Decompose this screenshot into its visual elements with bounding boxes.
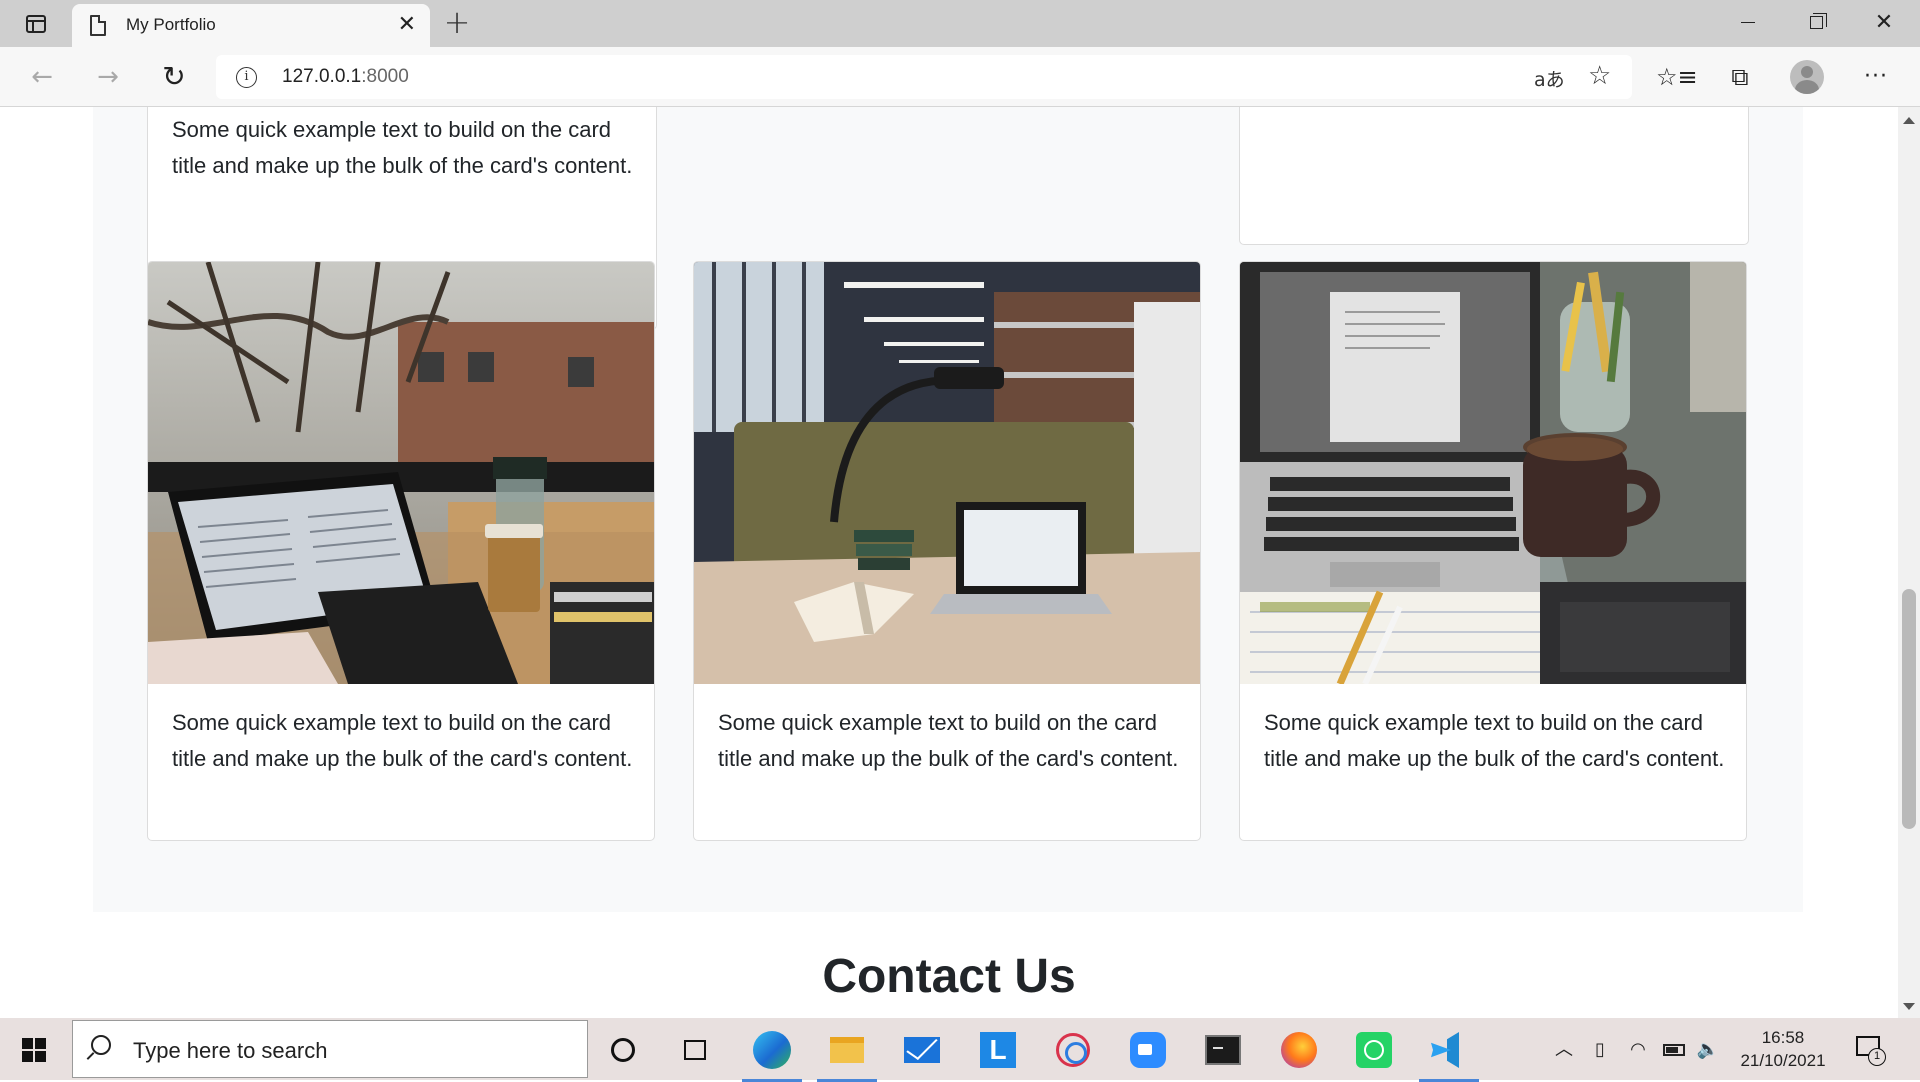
laptop-coffee-mug-photo — [1240, 262, 1746, 684]
volume-icon[interactable]: 🔈 — [1694, 1030, 1722, 1070]
scrollbar-thumb[interactable] — [1902, 589, 1916, 829]
address-bar[interactable]: i 127.0.0.1:8000 aあ ☆ — [216, 55, 1632, 99]
taskbar-app-whatsapp[interactable] — [1352, 1028, 1396, 1072]
cortana-button[interactable] — [601, 1028, 645, 1072]
mail-icon — [904, 1037, 940, 1063]
taskbar-app-mail[interactable] — [900, 1028, 944, 1072]
taskbar-app-firefox[interactable] — [1277, 1028, 1321, 1072]
clock-time: 16:58 — [1761, 1028, 1805, 1047]
tab-actions-button[interactable] — [16, 10, 56, 38]
battery-icon — [1663, 1044, 1685, 1056]
add-favorite-icon[interactable]: ☆ — [1588, 61, 1611, 91]
card-text: Some quick example text to build on the … — [718, 710, 1179, 771]
page-scrollbar[interactable] — [1898, 107, 1920, 1018]
forward-button[interactable]: → — [92, 61, 124, 93]
search-placeholder: Type here to search — [133, 1038, 328, 1063]
taskbar-app-l[interactable]: L — [976, 1028, 1020, 1072]
profile-button[interactable] — [1790, 59, 1826, 95]
laptop-window-trees-photo — [148, 262, 654, 684]
windows-logo-icon-pane — [35, 1051, 46, 1062]
url-text[interactable]: 127.0.0.1:8000 — [282, 66, 409, 88]
taskbar-app-terminal[interactable] — [1201, 1028, 1245, 1072]
scroll-up-arrow-icon[interactable] — [1903, 117, 1915, 124]
reload-button[interactable]: ↻ — [158, 61, 190, 93]
project-card: Some quick example text to build on the … — [693, 261, 1201, 841]
browser-toolbar: ← → ↻ i 127.0.0.1:8000 aあ ☆ ☆≡ ⧉ ··· — [0, 47, 1920, 107]
restore-button[interactable] — [1782, 0, 1850, 44]
taskbar-app-vscode[interactable] — [1419, 1028, 1479, 1082]
back-button[interactable]: ← — [26, 61, 58, 93]
url-host: 127.0.0.1 — [282, 66, 362, 87]
task-view-icon — [684, 1040, 706, 1060]
taskbar-search-input[interactable]: Type here to search — [72, 1020, 588, 1078]
taskbar-app-edge[interactable] — [742, 1028, 802, 1082]
profile-icon — [1790, 60, 1824, 94]
card-text: Some quick example text to build on the … — [172, 117, 633, 178]
tab-close-button[interactable]: ✕ — [398, 12, 416, 38]
favorites-icon[interactable]: ☆≡ — [1656, 59, 1698, 95]
tab-my-portfolio[interactable]: My Portfolio ✕ — [72, 4, 430, 47]
card-partial-top-right — [1239, 107, 1749, 245]
notification-center-button[interactable]: 1 — [1856, 1036, 1886, 1066]
clock-date: 21/10/2021 — [1740, 1051, 1826, 1070]
project-card: Some quick example text to build on the … — [1239, 261, 1747, 841]
zoom-icon — [1130, 1032, 1166, 1068]
taskbar-app-file-explorer[interactable] — [817, 1028, 877, 1082]
windows-logo-icon — [22, 1038, 33, 1049]
firefox-icon — [1281, 1032, 1317, 1068]
snip-sketch-icon — [1056, 1033, 1090, 1067]
terminal-icon — [1205, 1035, 1241, 1065]
info-icon[interactable]: i — [236, 67, 257, 88]
translate-icon[interactable]: aあ — [1534, 65, 1565, 92]
windows-taskbar: Type here to search L ︿ ▯ ◠ 🔈 16:58 21/1… — [0, 1018, 1920, 1082]
wifi-icon[interactable]: ◠ — [1624, 1030, 1652, 1070]
contact-heading: Contact Us — [822, 950, 1076, 1003]
minimize-icon — [1741, 21, 1755, 23]
windows-logo-icon-pane — [35, 1038, 46, 1049]
start-button[interactable] — [22, 1038, 46, 1062]
tab-title: My Portfolio — [126, 15, 216, 34]
close-window-button[interactable]: ✕ — [1850, 0, 1918, 44]
edge-icon — [753, 1031, 791, 1069]
taskbar-app-snip-sketch[interactable] — [1051, 1028, 1095, 1072]
show-hidden-icons-button[interactable]: ︿ — [1552, 1030, 1576, 1070]
restore-icon — [1809, 12, 1827, 29]
collections-icon[interactable]: ⧉ — [1722, 59, 1758, 95]
more-icon[interactable]: ··· — [1858, 59, 1894, 95]
scroll-down-arrow-icon[interactable] — [1903, 1003, 1915, 1010]
whatsapp-icon — [1356, 1032, 1392, 1068]
windows-logo-icon-pane — [22, 1051, 33, 1062]
sidebar-icon — [26, 15, 46, 33]
page-icon — [90, 15, 106, 36]
project-card: Some quick example text to build on the … — [147, 261, 655, 841]
minimize-button[interactable] — [1714, 0, 1782, 44]
taskbar-app-zoom[interactable] — [1126, 1028, 1170, 1072]
cortana-icon — [611, 1038, 635, 1062]
task-view-button[interactable] — [673, 1028, 717, 1072]
battery-button[interactable] — [1660, 1030, 1688, 1070]
meet-now-icon[interactable]: ▯ — [1588, 1030, 1612, 1070]
system-clock[interactable]: 16:58 21/10/2021 — [1730, 1026, 1836, 1072]
search-icon — [91, 1035, 111, 1055]
notification-count-badge: 1 — [1868, 1048, 1886, 1066]
url-port: :8000 — [361, 66, 409, 87]
page-viewport: Some quick example text to build on the … — [0, 107, 1898, 1018]
card-text: Some quick example text to build on the … — [1264, 710, 1725, 771]
browser-tab-strip: My Portfolio ✕ + ✕ — [0, 0, 1920, 47]
vscode-icon — [1431, 1032, 1467, 1068]
card-text: Some quick example text to build on the … — [172, 710, 633, 771]
l-app-icon: L — [980, 1032, 1016, 1068]
folder-icon — [830, 1037, 864, 1063]
library-desk-laptop-photo — [694, 262, 1200, 684]
new-tab-button[interactable]: + — [442, 6, 472, 38]
